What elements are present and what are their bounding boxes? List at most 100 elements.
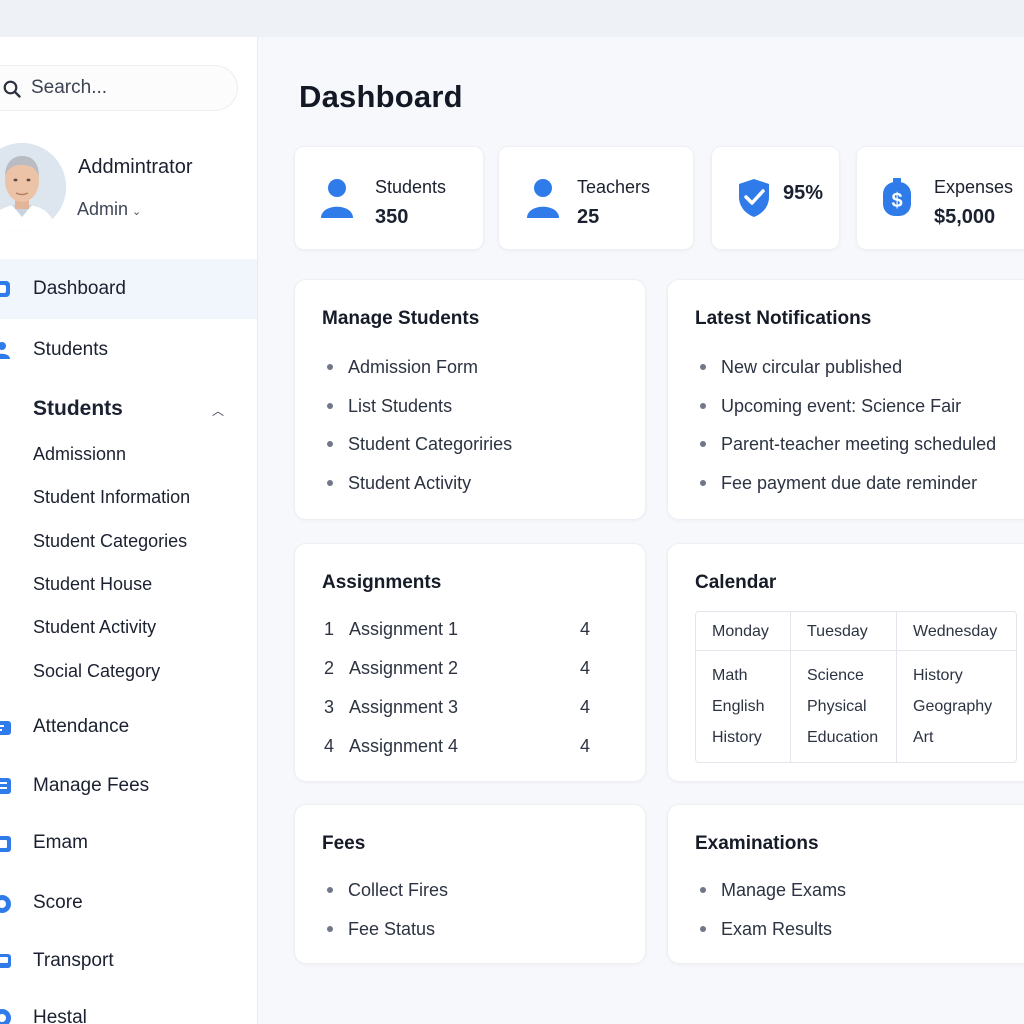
chevron-down-icon: ⌄ (132, 206, 142, 218)
table-row[interactable]: 3 Assignment 3 4 (324, 697, 614, 736)
calendar-cell[interactable]: Education (807, 729, 878, 747)
assignment-number: 1 (324, 619, 335, 639)
sidebar-item-hestal[interactable]: Hestal (0, 992, 257, 1024)
sidebar-section-students[interactable]: Students ︿ (0, 383, 257, 435)
sidebar-subitem-student-information[interactable]: Student Information (33, 487, 190, 508)
sidebar: Addmintrator Admin⌄ Dashboard Students S… (0, 37, 258, 1024)
calendar-column-tuesday: Tuesday Science Physical Education (791, 612, 897, 762)
fees-card: Fees Collect Fires Fee Status (294, 804, 646, 964)
list-item[interactable]: Admission Form (322, 354, 512, 393)
shield-check-icon (739, 179, 769, 217)
stat-value: 350 (375, 206, 409, 228)
calendar-cell[interactable]: Science (807, 667, 864, 685)
user-icon (321, 179, 353, 218)
search-input[interactable] (31, 74, 221, 102)
calendar-cell[interactable]: Math (712, 667, 748, 685)
table-row[interactable]: 1 Assignment 1 4 (324, 619, 614, 658)
stat-label: Expenses (934, 177, 1014, 197)
list-item[interactable]: Upcoming event: Science Fair (695, 393, 996, 432)
profile-role-label: Admin (77, 199, 129, 219)
calendar-column-wednesday: Wednesday History Geography Art (897, 612, 1016, 762)
stat-value: $5,000 (934, 206, 996, 228)
list-item[interactable]: Fee Status (322, 916, 448, 955)
sidebar-item-label: Transport (33, 950, 114, 971)
sidebar-item-manage-fees[interactable]: Manage Fees (0, 760, 257, 812)
sidebar-subitem-student-activity[interactable]: Student Activity (33, 617, 156, 638)
list-item[interactable]: Student Activity (322, 470, 512, 509)
main-content: Dashboard Students 350 Teachers 25 95% $… (258, 37, 1024, 1024)
assignment-count: 4 (580, 697, 591, 717)
sidebar-item-label: Students (33, 339, 108, 360)
hostel-icon (0, 1009, 11, 1024)
stat-value: 25 (577, 206, 600, 228)
avatar[interactable] (0, 143, 66, 231)
calendar-day-header: Tuesday (791, 612, 896, 651)
sidebar-subitem-social-category[interactable]: Social Category (33, 661, 160, 682)
chevron-up-icon: ︿ (212, 404, 225, 418)
sidebar-item-label: Dashboard (33, 278, 126, 299)
stat-card-students[interactable]: Students 350 (294, 146, 484, 250)
attendance-icon (0, 721, 11, 735)
assignment-number: 3 (324, 697, 335, 717)
manage-students-card: Manage Students Admission Form List Stud… (294, 279, 646, 520)
table-row[interactable]: 2 Assignment 2 4 (324, 658, 614, 697)
assignment-name: Assignment 4 (349, 736, 459, 756)
profile-name: Addmintrator (78, 156, 193, 178)
assignment-count: 4 (580, 619, 591, 639)
list-item[interactable]: List Students (322, 393, 512, 432)
calendar-cell[interactable]: Physical (807, 698, 867, 716)
top-bar (0, 0, 1024, 37)
calendar-cell[interactable]: History (712, 729, 762, 747)
profile-role-dropdown[interactable]: Admin ⌄ (77, 199, 141, 220)
stat-label: Teachers (577, 177, 651, 197)
sidebar-item-label: Hestal (33, 1007, 87, 1024)
assignment-number: 4 (324, 736, 335, 756)
search-box[interactable] (0, 65, 238, 111)
card-title: Manage Students (322, 308, 480, 329)
assignment-name: Assignment 1 (349, 619, 459, 639)
transport-icon (0, 954, 11, 968)
calendar-cell[interactable]: English (712, 698, 764, 716)
sidebar-item-emam[interactable]: Emam (0, 818, 257, 870)
stat-value: 95% (783, 182, 824, 204)
list-item[interactable]: Exam Results (695, 916, 846, 955)
calendar-table: Monday Math English History Tuesday Scie… (695, 611, 1017, 763)
sidebar-section-label: Students (33, 397, 123, 420)
dollar-icon: $ (883, 178, 911, 216)
sidebar-item-transport[interactable]: Transport (0, 935, 257, 987)
stat-label: Students (375, 177, 447, 197)
list-item[interactable]: New circular published (695, 354, 996, 393)
assignment-name: Assignment 3 (349, 697, 459, 717)
sidebar-item-attendance[interactable]: Attendance (0, 702, 257, 754)
stat-card-teachers[interactable]: Teachers 25 (498, 146, 694, 250)
calendar-cell[interactable]: History (913, 667, 963, 685)
list-item[interactable]: Student Categoriries (322, 431, 512, 470)
svg-text:$: $ (891, 190, 902, 212)
assignments-card: Assignments 1 Assignment 1 4 2 Assignmen… (294, 543, 646, 782)
sidebar-subitem-student-house[interactable]: Student House (33, 574, 152, 595)
calendar-cell[interactable]: Art (913, 729, 933, 747)
exam-icon (0, 836, 11, 852)
examinations-list: Manage Exams Exam Results (695, 877, 846, 954)
sidebar-subitem-student-categories[interactable]: Student Categories (33, 531, 187, 552)
assignment-count: 4 (580, 658, 591, 678)
sidebar-item-label: Attendance (33, 716, 130, 737)
list-item[interactable]: Manage Exams (695, 877, 846, 916)
stat-card-expenses[interactable]: $ Expenses $5,000 (856, 146, 1024, 250)
calendar-day-header: Wednesday (897, 612, 1016, 651)
user-icon (0, 342, 10, 359)
notifications-list: New circular published Upcoming event: S… (695, 354, 996, 508)
notifications-card: Latest Notifications New circular publis… (667, 279, 1024, 520)
sidebar-item-dashboard[interactable]: Dashboard (0, 259, 257, 319)
table-row[interactable]: 4 Assignment 4 4 (324, 736, 614, 775)
calendar-card: Calendar Monday Math English History Tue… (667, 543, 1024, 782)
sidebar-subitem-admission[interactable]: Admissionn (33, 444, 126, 465)
fees-list: Collect Fires Fee Status (322, 877, 448, 954)
list-item[interactable]: Fee payment due date reminder (695, 470, 996, 509)
sidebar-item-students[interactable]: Students (0, 324, 257, 376)
calendar-cell[interactable]: Geography (913, 698, 992, 716)
list-item[interactable]: Parent-teacher meeting scheduled (695, 431, 996, 470)
stat-card-attendance[interactable]: 95% (711, 146, 840, 250)
list-item[interactable]: Collect Fires (322, 877, 448, 916)
sidebar-item-score[interactable]: Score (0, 878, 257, 930)
